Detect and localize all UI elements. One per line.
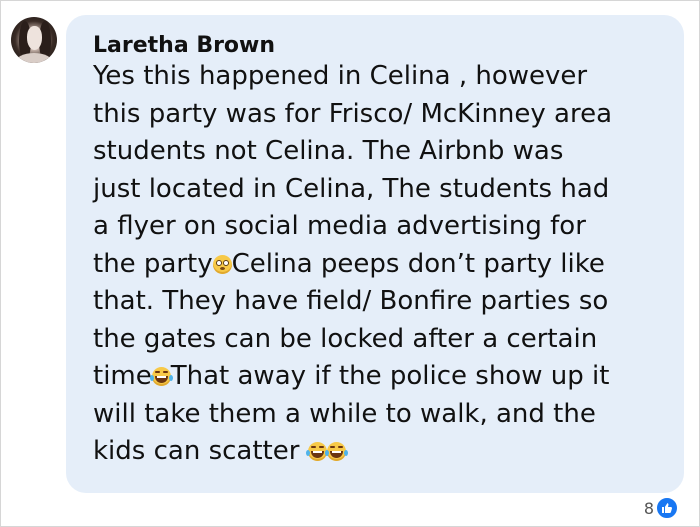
comment-line-segment: Celina peeps don’t party like: [231, 248, 605, 279]
comment-line: Yes this happened in Celina , however: [93, 61, 588, 91]
comment-text: Yes this happened in Celina , however th…: [93, 58, 668, 471]
comment-line-segment: That away if the police show up it: [170, 361, 610, 391]
comment-line: that. They have field/ Bonfire parties s…: [93, 286, 609, 316]
comment-line-segment: kids can scatter: [93, 436, 308, 466]
comment-line: just located in Celina, The students had: [93, 173, 610, 204]
comment-line: will take them a while to walk, and the: [93, 398, 596, 429]
thumbs-up-glyph: [662, 503, 672, 513]
comment-line: this party was for Frisco/ McKinney area: [93, 98, 613, 129]
comment-author-name[interactable]: Laretha Brown: [93, 33, 275, 58]
reaction-count[interactable]: 8: [644, 499, 654, 518]
comment-line: students not Celina. The Airbnb was: [93, 136, 564, 166]
thumbs-up-icon[interactable]: [656, 497, 678, 519]
comment-line: the gates can be locked after a certain: [93, 323, 598, 354]
laughing-tears-icon: [305, 442, 329, 461]
comment-line: time That away if the police show up it: [93, 358, 668, 396]
comment-line: the party Celina peeps don’t party like: [93, 246, 668, 284]
laughing-tears-icon: [149, 367, 173, 386]
comment-line: a flyer on social media advertising for: [93, 211, 586, 241]
profile-avatar[interactable]: [11, 17, 57, 63]
laughing-tears-icon: [324, 442, 348, 461]
comment-line-segment: time: [93, 361, 152, 391]
comment-line-segment: the party: [93, 248, 213, 279]
reaction-summary[interactable]: 8: [644, 497, 678, 519]
flushed-face-icon: [212, 254, 232, 274]
comment-line: kids can scatter: [93, 433, 668, 471]
avatar-face: [27, 26, 42, 50]
